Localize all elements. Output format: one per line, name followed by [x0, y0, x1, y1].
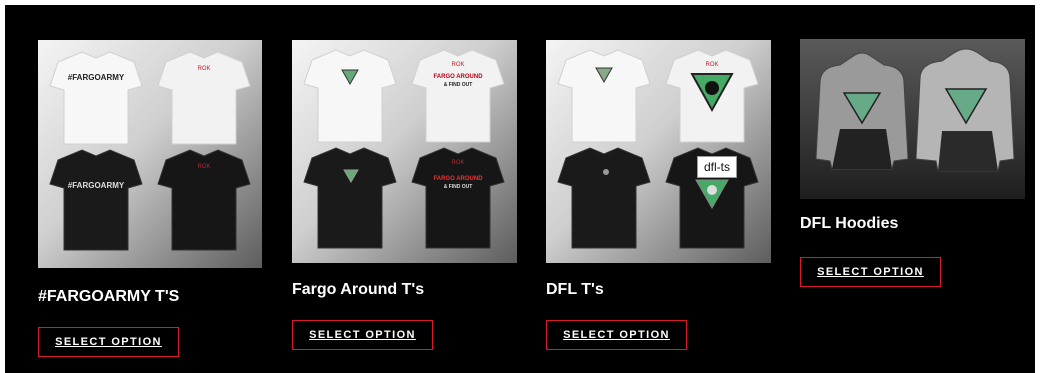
product-image-dfl-hoodies[interactable] [800, 39, 1025, 199]
image-tooltip: dfl-ts [697, 156, 738, 178]
select-option-button[interactable]: SELECT OPTION [546, 320, 687, 350]
product-image-fargo-around[interactable]: ROK FARGO AROUND & FIND OUT ROK FARGO AR… [292, 40, 517, 263]
select-option-button[interactable]: SELECT OPTION [800, 257, 941, 287]
svg-text:ROK: ROK [451, 62, 464, 68]
svg-text:ROK: ROK [197, 164, 210, 170]
product-image-dfl-ts[interactable]: ROK [546, 40, 771, 263]
product-title[interactable]: Fargo Around T's [292, 281, 424, 299]
svg-text:#FARGOARMY: #FARGOARMY [68, 181, 125, 190]
select-option-button[interactable]: SELECT OPTION [292, 320, 433, 350]
svg-text:& FIND OUT: & FIND OUT [444, 82, 473, 88]
product-grid: #FARGOARMY ROK #FARGOARMY ROK #FARGOARMY… [5, 5, 1035, 373]
print-front-text: #FARGOARMY [68, 73, 125, 82]
product-title[interactable]: DFL Hoodies [800, 215, 898, 233]
svg-text:ROK: ROK [451, 160, 464, 166]
product-title[interactable]: DFL T's [546, 281, 604, 299]
product-image-fargoarmy[interactable]: #FARGOARMY ROK #FARGOARMY ROK [38, 40, 262, 268]
svg-text:ROK: ROK [705, 62, 718, 68]
svg-text:ROK: ROK [197, 66, 210, 72]
svg-text:& FIND OUT: & FIND OUT [444, 184, 473, 190]
svg-text:FARGO AROUND: FARGO AROUND [433, 74, 483, 80]
select-option-button[interactable]: SELECT OPTION [38, 327, 179, 357]
product-title[interactable]: #FARGOARMY T'S [38, 288, 179, 306]
svg-text:FARGO AROUND: FARGO AROUND [433, 176, 483, 182]
